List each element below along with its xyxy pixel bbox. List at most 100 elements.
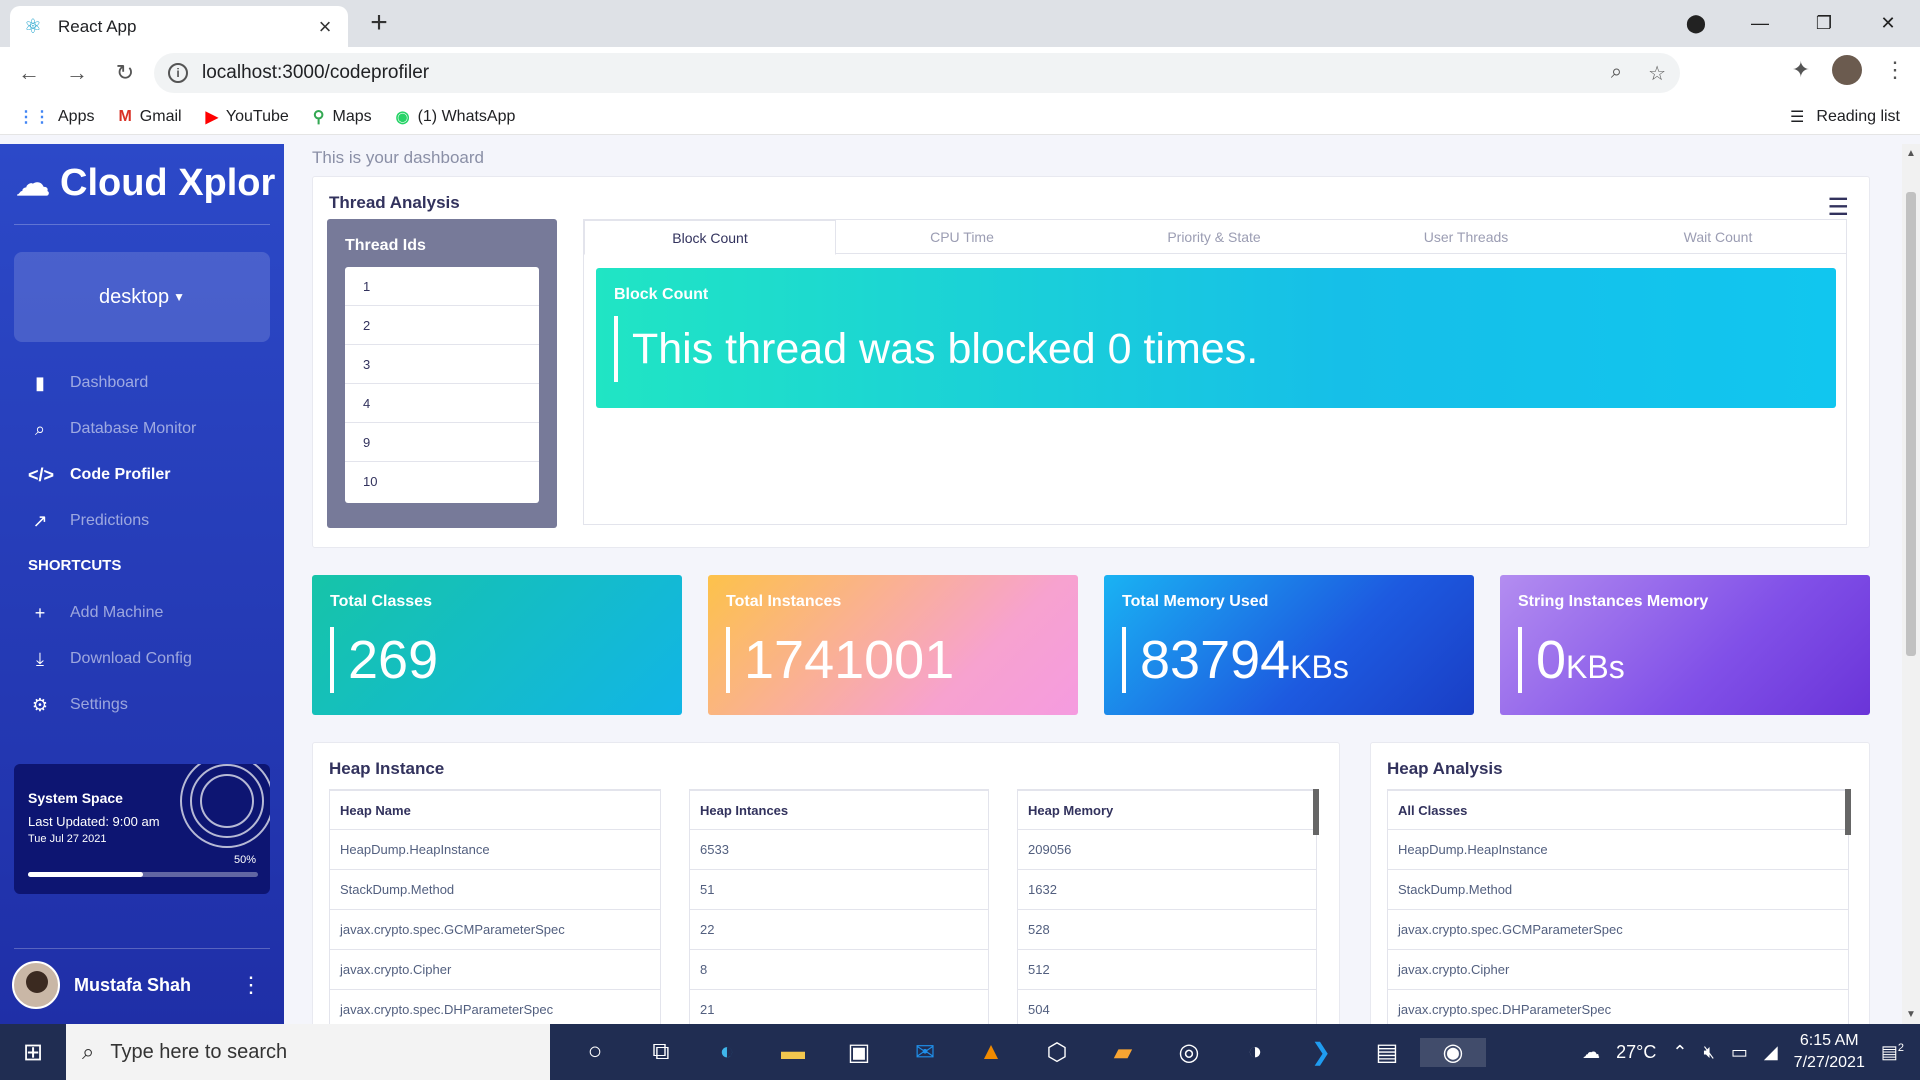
page-scrollbar[interactable]: ▲ ▼	[1902, 144, 1920, 1024]
user-profile[interactable]: Mustafa Shah ⋮	[12, 959, 272, 1011]
thread-id-item[interactable]: 3	[345, 345, 539, 384]
new-tab-button[interactable]: +	[364, 8, 394, 38]
sidebar-item-dashboard[interactable]: ▮ Dashboard	[0, 360, 284, 406]
app-window-icon[interactable]: ▤	[1354, 1038, 1420, 1067]
reading-list-button[interactable]: ☰ Reading list	[1790, 107, 1900, 127]
table-cell: javax.crypto.spec.GCMParameterSpec	[329, 910, 661, 950]
sidebar-item-add-machine[interactable]: + Add Machine	[0, 590, 284, 636]
url-text[interactable]: localhost:3000/codeprofiler	[202, 62, 429, 84]
bookmark-star-icon[interactable]: ☆	[1648, 61, 1666, 86]
table-cell: 209056	[1017, 830, 1317, 870]
machine-dropdown[interactable]: desktop ▼	[14, 252, 270, 342]
bookmark-gmail[interactable]: M Gmail	[118, 108, 181, 126]
minimize-icon[interactable]: —	[1728, 13, 1792, 34]
vscode-icon[interactable]: ❯	[1288, 1038, 1354, 1067]
table-cell: StackDump.Method	[329, 870, 661, 910]
chevron-up-icon[interactable]: ⌃	[1672, 1042, 1687, 1063]
browser-tab[interactable]: ⚛ React App ×	[10, 6, 348, 47]
tab-block-count[interactable]: Block Count	[584, 220, 836, 255]
tab-wait-count[interactable]: Wait Count	[1592, 220, 1844, 254]
more-options-icon[interactable]: ⋮	[240, 972, 272, 998]
sidebar-item-code-profiler[interactable]: </> Code Profiler	[0, 452, 284, 498]
bookmark-youtube[interactable]: ▶ YouTube	[206, 107, 289, 127]
vlc-icon[interactable]: ▲	[958, 1038, 1024, 1066]
clock[interactable]: 6:15 AM 7/27/2021	[1794, 1030, 1865, 1074]
battery-icon[interactable]: ▭	[1731, 1042, 1748, 1063]
column-header[interactable]: Heap Name	[329, 790, 661, 830]
sidebar-item-settings[interactable]: ⚙ Settings	[0, 682, 284, 728]
sidebar-item-database-monitor[interactable]: ⌕ Database Monitor	[0, 406, 284, 452]
divider	[14, 224, 270, 225]
table-scrollbar[interactable]	[1845, 789, 1851, 835]
forward-icon[interactable]: →	[58, 54, 96, 92]
sublime-icon[interactable]: ▰	[1090, 1038, 1156, 1067]
thread-id-item[interactable]: 2	[345, 306, 539, 345]
column-header[interactable]: Heap Memory	[1017, 790, 1317, 830]
total-instances-card: Total Instances 1741001	[708, 575, 1078, 715]
reload-icon[interactable]: ↻	[106, 54, 144, 92]
restore-icon[interactable]: ❐	[1792, 13, 1856, 34]
stat-value: 83794KBs	[1122, 627, 1349, 693]
wifi-icon[interactable]: ◢	[1764, 1042, 1778, 1063]
extensions-icon[interactable]: ✦	[1792, 57, 1810, 83]
gmail-icon: M	[118, 107, 132, 125]
site-info-icon[interactable]: i	[168, 63, 188, 83]
brand-logo[interactable]: ☁ Cloud Xplor	[16, 162, 275, 205]
browser-tabbar: ⚛ React App × + ⬤ — ❐ ✕	[0, 0, 1920, 47]
table-scrollbar[interactable]	[1313, 789, 1319, 835]
bookmark-whatsapp[interactable]: ◉ (1) WhatsApp	[396, 107, 516, 127]
mail-icon[interactable]: ✉	[892, 1038, 958, 1067]
address-bar[interactable]: i localhost:3000/codeprofiler ⌕ ☆	[154, 53, 1680, 93]
close-window-icon[interactable]: ✕	[1856, 13, 1920, 34]
thread-id-item[interactable]: 10	[345, 462, 539, 501]
file-explorer-icon[interactable]: ▬	[760, 1038, 826, 1066]
virtualbox-icon[interactable]: ⬡	[1024, 1038, 1090, 1067]
scroll-up-icon[interactable]: ▲	[1906, 148, 1916, 159]
scroll-down-icon[interactable]: ▼	[1906, 1009, 1916, 1020]
store-icon[interactable]: ▣	[826, 1038, 892, 1067]
hamburger-menu-icon[interactable]: ☰	[1827, 193, 1849, 222]
tab-priority-state[interactable]: Priority & State	[1088, 220, 1340, 254]
edge-icon[interactable]: ◐	[694, 1038, 760, 1066]
youtube-icon: ▶	[205, 108, 218, 126]
table-cell: HeapDump.HeapInstance	[1387, 830, 1849, 870]
reading-list-icon: ☰	[1790, 109, 1805, 126]
obs-icon[interactable]: ◎	[1156, 1038, 1222, 1067]
chrome-icon[interactable]: ◉	[1420, 1037, 1486, 1067]
sidebar-item-predictions[interactable]: ↗ Predictions	[0, 498, 284, 544]
scroll-thumb[interactable]	[1906, 192, 1916, 656]
taskbar-search[interactable]: ⌕ Type here to search	[66, 1024, 550, 1080]
bookmark-maps[interactable]: ⚲ Maps	[313, 107, 372, 127]
block-count-card: Block Count This thread was blocked 0 ti…	[596, 268, 1836, 408]
weather-temp[interactable]: 27°C	[1616, 1042, 1656, 1063]
weather-icon[interactable]: ☁	[1582, 1042, 1600, 1063]
back-icon[interactable]: ←	[10, 54, 48, 92]
browser-toolbar: ← → ↻ i localhost:3000/codeprofiler ⌕ ☆ …	[0, 47, 1920, 99]
tab-cpu-time[interactable]: CPU Time	[836, 220, 1088, 254]
eclipse-icon[interactable]: ◑	[1222, 1038, 1288, 1066]
thread-analysis-card: Thread Analysis ☰ Thread Ids 1 2 3 4 9 1…	[312, 176, 1870, 548]
thread-id-item[interactable]: 1	[345, 267, 539, 306]
thread-id-item[interactable]: 9	[345, 423, 539, 462]
chrome-menu-icon[interactable]: ⋮	[1884, 57, 1906, 83]
zoom-icon[interactable]: ⌕	[1611, 61, 1622, 86]
close-tab-icon[interactable]: ×	[314, 14, 336, 40]
code-icon: </>	[28, 464, 55, 485]
thread-ids-panel: Thread Ids 1 2 3 4 9 10	[327, 219, 557, 528]
heap-instance-card: Heap Instance Heap Name HeapDump.HeapIns…	[312, 742, 1340, 1024]
tab-search-icon[interactable]: ⬤	[1664, 13, 1728, 34]
column-header[interactable]: All Classes	[1387, 790, 1849, 830]
volume-muted-icon[interactable]: 🔇︎	[1703, 1042, 1714, 1063]
bookmark-apps[interactable]: ⋮⋮ Apps	[18, 107, 94, 127]
profile-avatar[interactable]	[1832, 55, 1862, 85]
gear-icon: ⚙	[31, 694, 49, 715]
column-header[interactable]: Heap Intances	[689, 790, 989, 830]
cortana-icon[interactable]: ○	[562, 1038, 628, 1066]
tab-user-threads[interactable]: User Threads	[1340, 220, 1592, 254]
windows-start-icon[interactable]: ⊞	[0, 1038, 66, 1067]
thread-id-item[interactable]: 4	[345, 384, 539, 423]
table-cell: 528	[1017, 910, 1317, 950]
notifications-icon[interactable]: ▤2	[1881, 1042, 1904, 1063]
sidebar-item-download-config[interactable]: ⤓ Download Config	[0, 636, 284, 682]
task-view-icon[interactable]: ⧉	[628, 1038, 694, 1066]
